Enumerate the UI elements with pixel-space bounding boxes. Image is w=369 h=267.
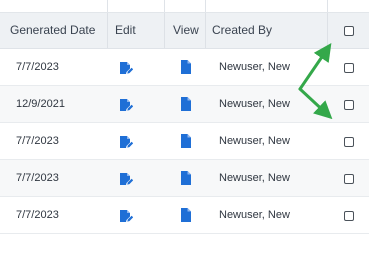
document-icon[interactable] [180,134,192,148]
column-divider [205,0,206,12]
table-row: 7/7/2023 Newuser, New [0,197,369,234]
created-by-cell: Newuser, New [219,61,290,73]
row-checkbox[interactable] [344,100,354,110]
column-header-edit[interactable]: Edit [115,13,136,48]
column-divider [164,0,165,12]
generated-date-cell: 12/9/2021 [16,98,65,110]
edit-icon[interactable] [119,61,134,75]
edit-icon[interactable] [119,172,134,186]
document-icon[interactable] [180,171,192,185]
column-divider [164,13,165,48]
select-all-checkbox[interactable] [344,26,354,36]
generated-date-cell: 7/7/2023 [16,61,59,73]
document-icon[interactable] [180,60,192,74]
created-by-cell: Newuser, New [219,172,290,184]
table-row: 7/7/2023 Newuser, New [0,160,369,197]
table-row: 12/9/2021 Newuser, New [0,86,369,123]
column-divider [327,13,328,48]
row-checkbox[interactable] [344,63,354,73]
generated-date-cell: 7/7/2023 [16,209,59,221]
document-icon[interactable] [180,208,192,222]
row-checkbox[interactable] [344,174,354,184]
row-checkbox[interactable] [344,137,354,147]
generated-date-cell: 7/7/2023 [16,135,59,147]
table-row: 7/7/2023 Newuser, New [0,49,369,86]
row-checkbox[interactable] [344,211,354,221]
created-by-cell: Newuser, New [219,98,290,110]
grid-header: Generated Date Edit View Created By [0,13,369,49]
document-icon[interactable] [180,97,192,111]
table-row: 7/7/2023 Newuser, New [0,123,369,160]
edit-icon[interactable] [119,135,134,149]
column-divider [107,13,108,48]
generated-date-cell: 7/7/2023 [16,172,59,184]
column-divider [107,0,108,12]
edit-icon[interactable] [119,209,134,223]
column-header-view[interactable]: View [173,13,199,48]
top-border-strip [0,0,369,13]
column-divider [205,13,206,48]
edit-icon[interactable] [119,98,134,112]
column-header-created-by[interactable]: Created By [212,13,272,48]
column-header-generated-date[interactable]: Generated Date [10,13,95,48]
column-divider [327,0,328,12]
created-by-cell: Newuser, New [219,209,290,221]
created-by-cell: Newuser, New [219,135,290,147]
